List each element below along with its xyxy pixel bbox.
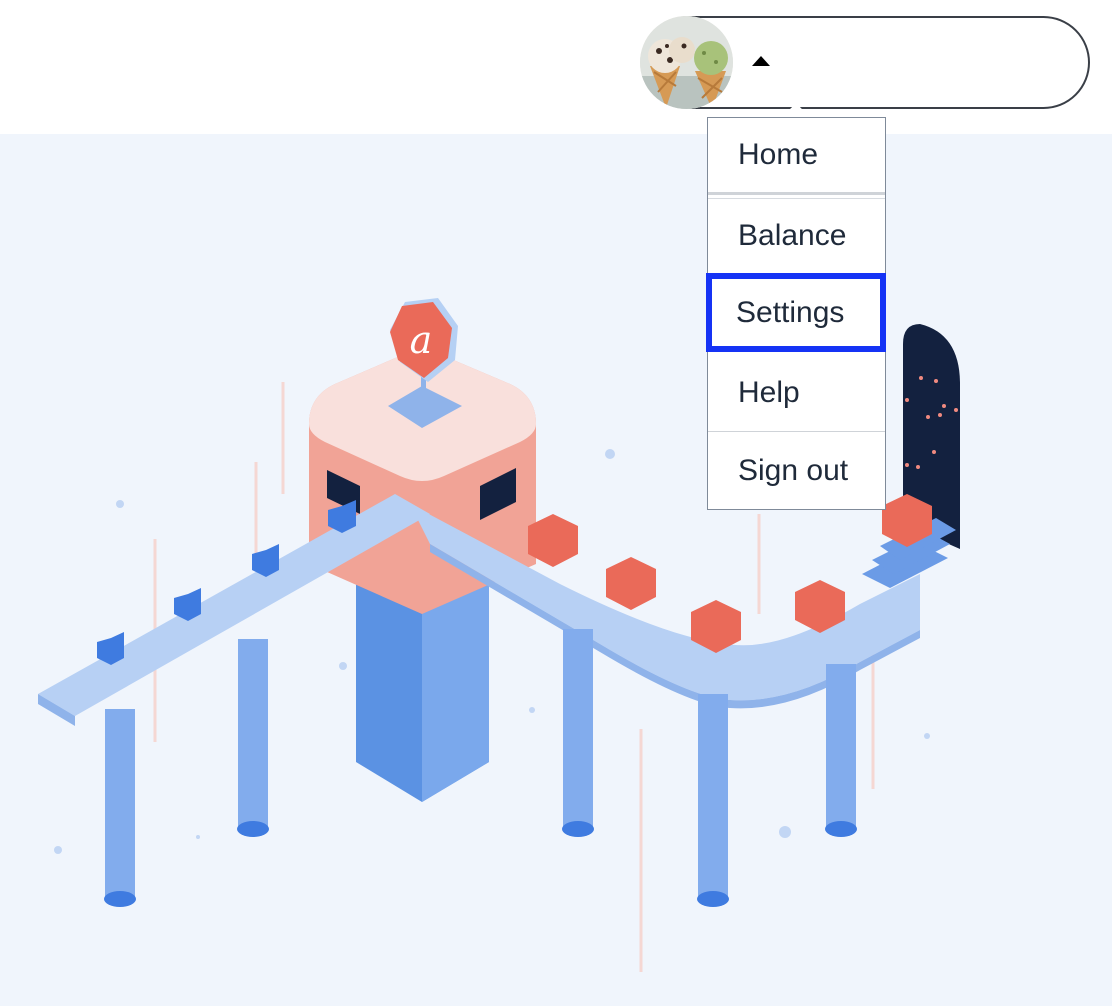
- menu-item-balance[interactable]: Balance: [708, 198, 885, 273]
- menu-item-settings[interactable]: Settings: [706, 273, 886, 352]
- conveyor-illustration: a: [38, 298, 960, 972]
- menu-item-help[interactable]: Help: [708, 354, 885, 431]
- ice-cream-avatar-image: [640, 16, 733, 109]
- avatar[interactable]: [640, 16, 733, 109]
- caret-up-icon[interactable]: [751, 55, 771, 67]
- svg-text:a: a: [410, 318, 433, 362]
- menu-item-label: Home: [738, 138, 819, 171]
- menu-item-sign-out[interactable]: Sign out: [708, 431, 885, 509]
- menu-item-label: Balance: [738, 219, 847, 252]
- menu-item-home[interactable]: Home: [708, 118, 885, 195]
- menu-item-label: Settings: [736, 295, 845, 329]
- hero-illustration: a: [0, 134, 1112, 1006]
- menu-item-label: Sign out: [738, 453, 849, 487]
- menu-item-label: Help: [738, 375, 800, 409]
- account-dropdown-menu: Home Balance Settings Help Sign out: [706, 117, 886, 510]
